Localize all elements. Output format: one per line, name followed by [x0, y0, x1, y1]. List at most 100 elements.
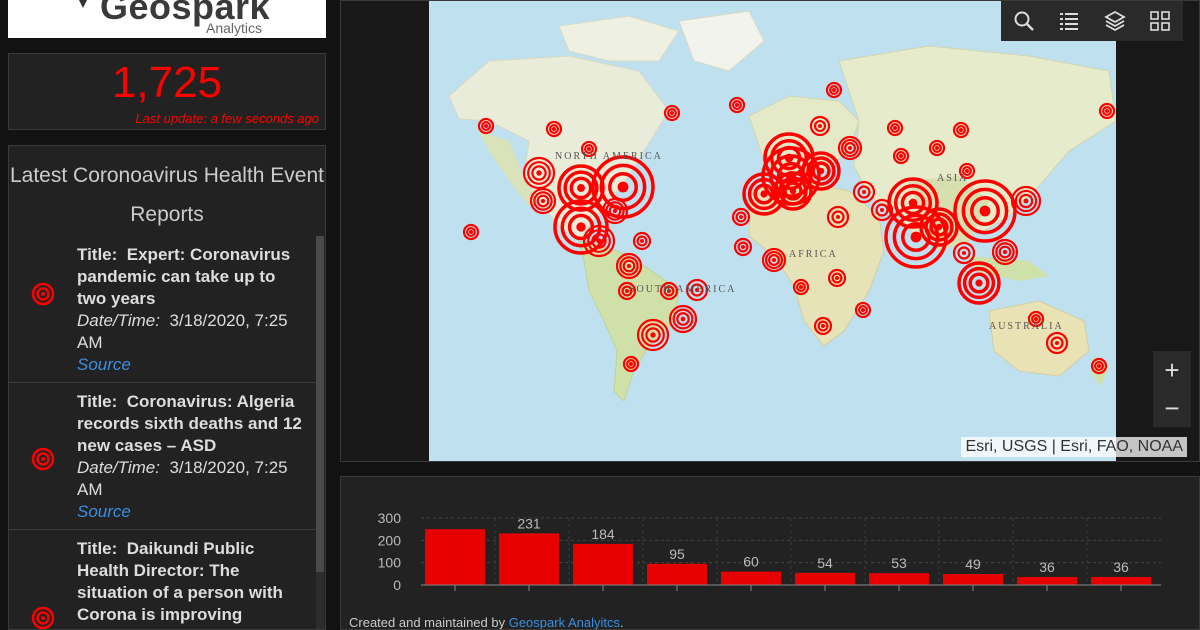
reports-scrollbar[interactable] — [316, 236, 324, 629]
case-marker[interactable] — [477, 117, 495, 135]
case-marker[interactable] — [854, 301, 872, 319]
report-date: Date/Time: 3/18/2020, 7:25 AM — [77, 311, 288, 352]
case-marker[interactable] — [953, 179, 1017, 243]
bar-data-label: 54 — [817, 555, 833, 571]
case-marker[interactable] — [952, 121, 970, 139]
list-item[interactable]: Title: Daikundi Public Health Director: … — [9, 530, 317, 629]
scroll-thumb[interactable] — [316, 236, 324, 572]
basemap-gallery-icon — [1150, 11, 1171, 31]
reports-title: Latest Coronoavirus Health Event Reports — [9, 164, 324, 226]
zoom-out-button[interactable]: − — [1153, 389, 1191, 427]
report-source-link[interactable]: Source — [77, 354, 309, 376]
case-count: 1,725 — [111, 58, 223, 107]
dashboard: Geospark Analytics 1,725 Last update: a … — [0, 0, 1200, 630]
target-marker-icon — [31, 282, 55, 306]
y-tick-label: 100 — [378, 555, 402, 571]
case-marker[interactable] — [622, 355, 640, 373]
case-marker[interactable] — [1098, 102, 1116, 120]
case-marker[interactable] — [663, 104, 681, 122]
bar[interactable] — [647, 563, 707, 585]
world-map[interactable]: NORTH AMERICA SOUTH AMERICA AFRICA ASIA … — [429, 1, 1116, 461]
logo-tagline: Analytics — [206, 20, 263, 36]
map-toolbar — [1001, 1, 1183, 41]
map-label-north-america: NORTH AMERICA — [555, 151, 663, 162]
report-date: Date/Time: 3/18/2020, 7:25 AM — [77, 458, 288, 499]
case-count-panel: 1,725 Last update: a few seconds ago — [8, 53, 326, 130]
basemap-gallery-button[interactable] — [1146, 7, 1174, 35]
map-label-south-america: SOUTH AMERICA — [629, 284, 737, 295]
bar[interactable] — [425, 529, 485, 585]
case-marker[interactable] — [761, 146, 821, 206]
search-button[interactable] — [1010, 7, 1038, 35]
bar[interactable] — [795, 572, 855, 585]
case-marker[interactable] — [919, 207, 959, 247]
map-label-asia: ASIA — [937, 173, 969, 184]
list-item[interactable]: Title: Coronavirus: Algeria records sixt… — [9, 383, 317, 530]
case-marker[interactable] — [928, 139, 946, 157]
last-update-text: Last update: a few seconds ago — [135, 111, 319, 126]
y-tick-label: 0 — [393, 577, 401, 593]
reports-list: Title: Expert: Coronavirus pandemic can … — [9, 236, 317, 629]
bar[interactable] — [943, 574, 1003, 585]
report-title: Title: Daikundi Public Health Director: … — [77, 539, 283, 624]
target-marker-icon — [31, 447, 55, 471]
map-panel: NORTH AMERICA SOUTH AMERICA AFRICA ASIA … — [340, 0, 1200, 462]
report-title: Title: Expert: Coronavirus pandemic can … — [77, 245, 291, 308]
bar-data-label: 36 — [1113, 559, 1129, 575]
case-marker[interactable] — [892, 147, 910, 165]
bar-data-label: 184 — [591, 526, 615, 542]
case-marker[interactable] — [1010, 185, 1042, 217]
zoom-in-button[interactable]: + — [1153, 351, 1191, 389]
layers-button[interactable] — [1101, 7, 1129, 35]
case-marker[interactable] — [615, 252, 643, 280]
zoom-control: + − — [1153, 351, 1191, 427]
bar-data-label: 36 — [1039, 559, 1055, 575]
map-attribution[interactable]: Esri, USGS | Esri, FAO, NOAA — [961, 437, 1187, 457]
bar[interactable] — [721, 571, 781, 585]
search-icon — [1014, 11, 1034, 31]
map-label-africa: AFRICA — [789, 249, 838, 260]
case-marker[interactable] — [522, 156, 556, 190]
case-marker[interactable] — [1090, 357, 1108, 375]
case-marker[interactable] — [529, 187, 557, 215]
legend-button[interactable] — [1055, 7, 1083, 35]
bar[interactable] — [499, 533, 559, 585]
bar[interactable] — [869, 573, 929, 585]
bar-data-label: 49 — [965, 556, 981, 572]
bar-chart: 0 100 200 300 231 184 95 60 54 53 49 36 36 — [378, 510, 1161, 593]
case-marker[interactable] — [462, 223, 480, 241]
case-marker[interactable] — [582, 224, 616, 258]
case-marker[interactable] — [884, 205, 948, 269]
map-pin-icon — [79, 0, 87, 8]
case-marker[interactable] — [991, 238, 1019, 266]
bar-data-label: 53 — [891, 555, 907, 571]
case-marker[interactable] — [668, 304, 698, 334]
case-marker[interactable] — [761, 247, 787, 273]
geospark-link[interactable]: Geospark Analyitcs — [509, 615, 620, 629]
chart-panel: 0 100 200 300 231 184 95 60 54 53 49 36 36 Created a… — [340, 476, 1200, 630]
bar-data-label: 95 — [669, 546, 685, 562]
map-basemap — [429, 1, 1116, 461]
case-marker[interactable] — [545, 120, 563, 138]
case-marker[interactable] — [886, 119, 904, 137]
list-icon — [1060, 13, 1079, 30]
layers-icon — [1103, 10, 1126, 32]
map-label-australia: AUSTRALIA — [989, 321, 1064, 332]
bar[interactable] — [573, 543, 633, 585]
target-marker-icon — [31, 606, 55, 629]
bar-data-label: 231 — [517, 515, 541, 531]
case-marker[interactable] — [825, 81, 843, 99]
bar[interactable] — [1017, 576, 1077, 585]
logo-panel: Geospark Analytics — [8, 0, 326, 38]
case-marker[interactable] — [837, 135, 863, 161]
case-marker[interactable] — [792, 278, 810, 296]
case-marker[interactable] — [957, 261, 1001, 305]
case-marker[interactable] — [636, 318, 670, 352]
report-source-link[interactable]: Source — [77, 501, 309, 523]
y-tick-label: 200 — [378, 532, 402, 548]
list-item[interactable]: Title: Expert: Coronavirus pandemic can … — [9, 236, 317, 383]
bar[interactable] — [1091, 576, 1151, 585]
report-title: Title: Coronavirus: Algeria records sixt… — [77, 392, 302, 455]
footer-credit: Created and maintained by Geospark Analy… — [349, 615, 624, 630]
case-marker[interactable] — [728, 96, 746, 114]
